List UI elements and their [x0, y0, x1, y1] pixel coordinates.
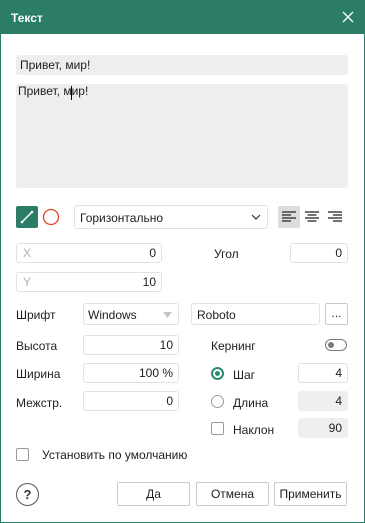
align-center-icon: [305, 211, 319, 222]
text-input-area[interactable]: Привет, мир!: [16, 84, 348, 188]
angle-value: 0: [335, 246, 342, 260]
y-label: Y: [23, 275, 32, 289]
step-radio[interactable]: [211, 367, 224, 380]
line-spacing-value: 0: [166, 394, 173, 408]
x-field[interactable]: X 0: [16, 243, 162, 263]
orientation-value: Горизонтально: [80, 211, 164, 225]
width-field[interactable]: 100 %: [83, 363, 179, 383]
line-spacing-field[interactable]: 0: [83, 391, 179, 411]
align-left-button[interactable]: [278, 206, 300, 228]
text-preview-value: Привет, мир!: [20, 58, 91, 72]
text-area-value: Привет, мир!: [18, 84, 89, 98]
triangle-down-icon: [163, 312, 172, 318]
length-radio[interactable]: [211, 395, 224, 408]
align-center-button[interactable]: [301, 206, 323, 228]
font-source-value: Windows: [88, 308, 137, 322]
font-name-field[interactable]: Roboto: [191, 303, 320, 325]
y-field[interactable]: Y 10: [16, 272, 162, 292]
help-button[interactable]: ?: [16, 483, 39, 506]
length-value: 4: [335, 394, 342, 408]
set-default-checkbox[interactable]: [16, 448, 29, 461]
width-label: Ширина: [16, 367, 61, 381]
width-value: 100 %: [138, 366, 173, 380]
cancel-button[interactable]: Отмена: [196, 482, 269, 506]
line-spacing-label: Межстр.: [16, 396, 63, 410]
y-value: 10: [142, 275, 156, 289]
dialog-title: Текст: [11, 11, 43, 25]
length-label: Длина: [233, 396, 269, 410]
fill-toggle-button[interactable]: [40, 206, 62, 228]
close-icon[interactable]: [338, 7, 358, 27]
ok-button[interactable]: Да: [117, 482, 190, 506]
step-label: Шаг: [233, 368, 256, 382]
toggle-knob: [328, 342, 334, 348]
orientation-select[interactable]: Горизонтально: [74, 205, 268, 229]
x-value: 0: [149, 246, 156, 260]
text-preview-line[interactable]: Привет, мир!: [16, 55, 348, 75]
align-right-button[interactable]: [324, 206, 346, 228]
height-field[interactable]: 10: [83, 335, 179, 355]
text-dialog: Текст Привет, мир! Привет, мир! Горизонт…: [0, 0, 365, 523]
angle-field[interactable]: 0: [290, 243, 348, 263]
slant-value: 90: [328, 421, 342, 435]
title-bar: Текст: [1, 1, 364, 34]
kerning-label: Кернинг: [211, 339, 256, 353]
slant-checkbox[interactable]: [211, 422, 224, 435]
height-value: 10: [159, 338, 173, 352]
step-field[interactable]: 4: [298, 363, 348, 383]
font-name-value: Roboto: [197, 308, 236, 322]
set-default-label: Установить по умолчанию: [42, 448, 188, 462]
font-source-select[interactable]: Windows: [83, 303, 179, 325]
apply-button[interactable]: Применить: [274, 482, 347, 506]
align-right-icon: [328, 211, 342, 222]
chevron-down-icon: [251, 214, 261, 220]
pen-line-icon: [20, 210, 34, 224]
angle-label: Угол: [214, 247, 239, 261]
x-label: X: [23, 246, 32, 260]
help-icon: ?: [23, 487, 32, 502]
align-left-icon: [282, 211, 296, 222]
stroke-toggle-button[interactable]: [16, 206, 38, 228]
kerning-toggle[interactable]: [325, 339, 347, 351]
slant-label: Наклон: [233, 423, 275, 437]
length-field[interactable]: 4: [298, 391, 348, 411]
font-label: Шрифт: [16, 308, 56, 322]
text-caret: [71, 86, 72, 100]
circle-outline-icon: [42, 208, 60, 226]
step-value: 4: [335, 366, 342, 380]
height-label: Высота: [16, 339, 58, 353]
slant-field[interactable]: 90: [298, 418, 348, 438]
browse-font-button[interactable]: ...: [325, 303, 348, 325]
